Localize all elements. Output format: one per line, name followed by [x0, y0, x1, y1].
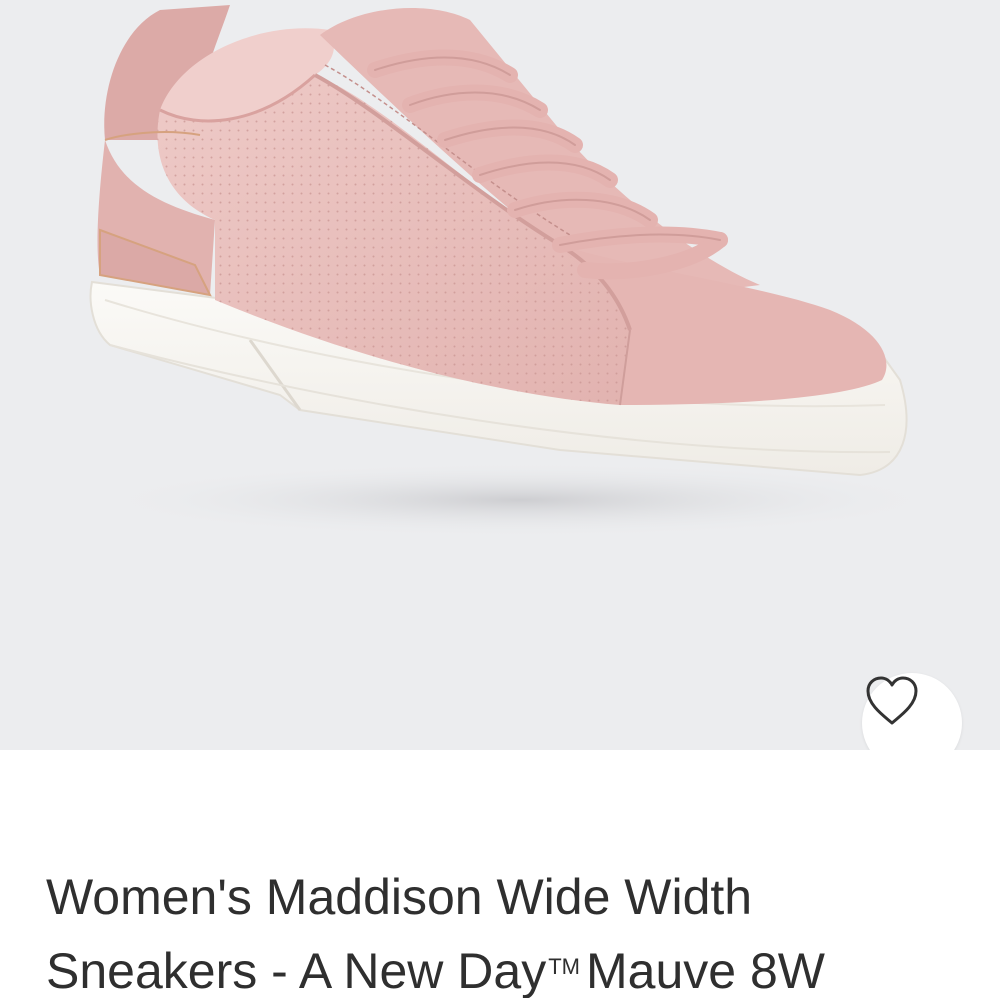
product-card: Women's Maddison Wide Width Sneakers - A…: [0, 0, 1000, 998]
heart-outline-icon: [866, 676, 918, 725]
trademark-symbol: TM: [548, 954, 580, 979]
product-title-part: Mauve 8W: [586, 943, 825, 998]
product-title-line-2: Sneakers - A New DayTM Mauve 8W: [46, 932, 976, 998]
product-title-part: Sneakers - A New Day: [46, 943, 547, 998]
product-image[interactable]: [0, 0, 1000, 750]
sneaker-illustration: [89, 5, 950, 538]
product-title[interactable]: Women's Maddison Wide Width Sneakers - A…: [46, 862, 976, 998]
product-title-line-1: Women's Maddison Wide Width: [46, 869, 753, 925]
